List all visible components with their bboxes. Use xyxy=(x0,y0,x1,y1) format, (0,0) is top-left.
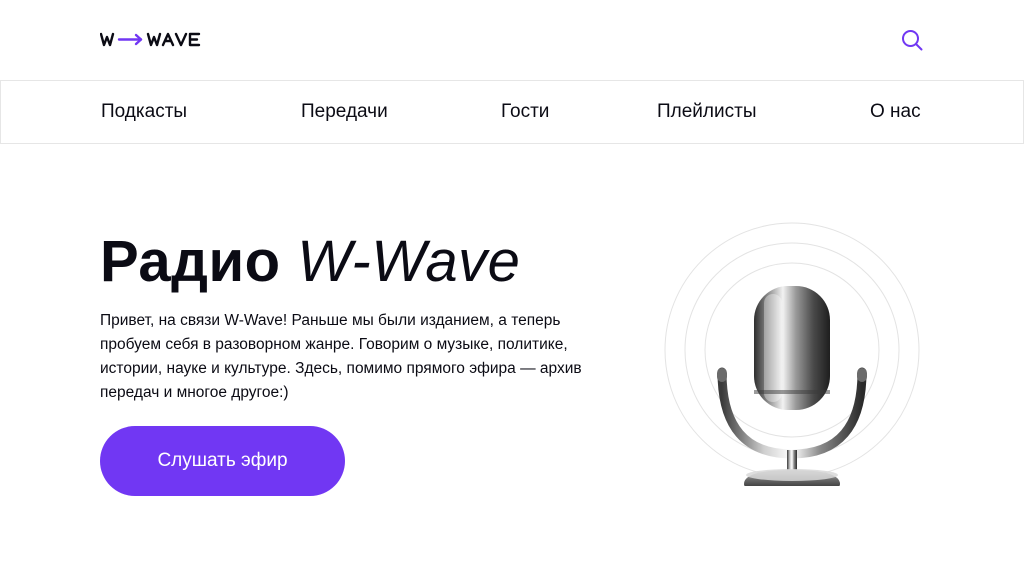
nav-item-guests[interactable]: Гости xyxy=(501,100,549,124)
main-nav: Подкасты Передачи Гости Плейлисты О нас xyxy=(0,80,1024,144)
nav-item-podcasts[interactable]: Подкасты xyxy=(101,100,187,124)
listen-live-button[interactable]: Слушать эфир xyxy=(100,426,345,496)
nav-item-playlists[interactable]: Плейлисты xyxy=(657,100,756,124)
header xyxy=(0,0,1024,80)
logo[interactable] xyxy=(100,30,214,50)
microphone-illustration xyxy=(660,222,924,494)
search-icon xyxy=(902,30,923,51)
hero-description: Привет, на связи W-Wave! Раньше мы были … xyxy=(100,312,582,401)
title-light: W-Wave xyxy=(297,229,521,294)
nav-item-about[interactable]: О нас xyxy=(870,100,921,124)
logo-mark xyxy=(100,32,201,47)
nav-item-shows[interactable]: Передачи xyxy=(301,100,388,124)
title-bold: Радио xyxy=(100,229,281,294)
page-title: Радио W-Wave xyxy=(100,228,520,296)
search-button[interactable] xyxy=(900,28,924,52)
microphone-icon xyxy=(664,222,920,494)
